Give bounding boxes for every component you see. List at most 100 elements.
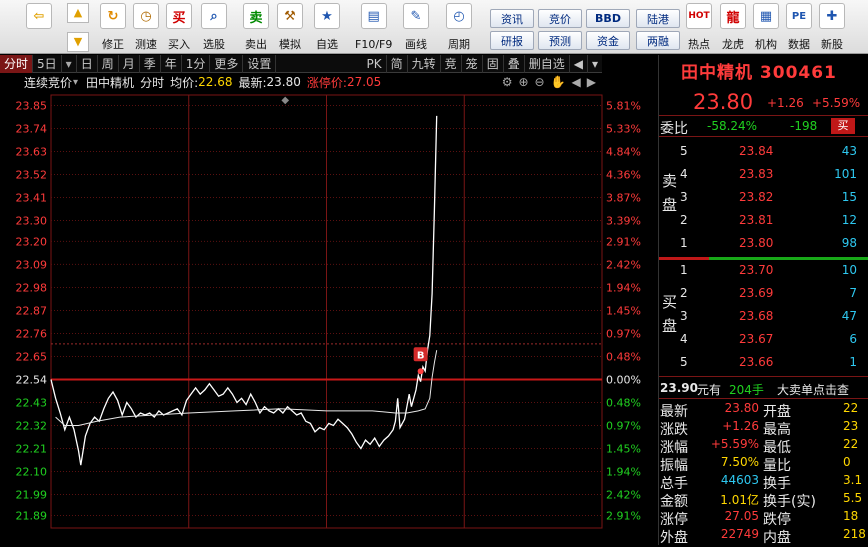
tab-season[interactable]: 季 [140, 54, 161, 73]
bid-row[interactable]: 4 23.67 6 [659, 329, 868, 349]
tab-fixed[interactable]: 固 [483, 54, 504, 73]
ask-row[interactable]: 4 23.83 101 [659, 164, 868, 184]
intraday-chart[interactable]: ◆ 23.85 5.81% 23.74 5.33% 23.63 4.84% 23.52 4.3… [0, 88, 660, 545]
tab-more[interactable]: 更多 [210, 54, 244, 73]
tab-day[interactable]: 日 [77, 54, 98, 73]
back-button[interactable]: ⇦ [26, 3, 52, 52]
tab-5day[interactable]: 5日 [33, 54, 62, 73]
hotspot-icon: HOT [686, 3, 712, 29]
toolbar-btn-11[interactable]: HOT 热点 [686, 3, 712, 52]
bid-row[interactable]: 5 23.66 1 [659, 352, 868, 372]
pct-tick-label: 2.91% [606, 509, 641, 522]
hk-connect-button[interactable]: 陆港 [636, 9, 680, 28]
bidding-button[interactable]: 竞价 [538, 9, 582, 28]
back-arrow-icon: ⇦ [26, 3, 52, 29]
toolbar-btn-9[interactable]: ✎ 画线 [403, 3, 429, 52]
tab-5day-dropdown[interactable]: ▾ [62, 54, 77, 73]
stat-row: 涨幅 +5.59% 最低 22 [659, 436, 868, 456]
bid-level: 4 [680, 332, 688, 346]
zoom-in-icon[interactable]: ⊕ [518, 75, 528, 89]
ask-row[interactable]: 2 23.81 12 [659, 210, 868, 230]
bid-row[interactable]: 1 23.70 10 [659, 260, 868, 280]
toolbar-btn-5[interactable]: 卖卖出 [243, 3, 269, 52]
tab-cage[interactable]: 笼 [462, 54, 483, 73]
tab-week[interactable]: 周 [98, 54, 119, 73]
pct-tick-label: 1.94% [606, 281, 641, 294]
news-button[interactable]: 资讯 [490, 9, 534, 28]
toolbar-btn-3[interactable]: 买买入 [166, 3, 192, 52]
tab-bid[interactable]: 竞 [441, 54, 462, 73]
bid-row[interactable]: 3 23.68 47 [659, 306, 868, 326]
ask-price: 23.80 [739, 236, 774, 250]
bid-row[interactable]: 2 23.69 7 [659, 283, 868, 303]
ask-row[interactable]: 3 23.82 15 [659, 187, 868, 207]
tab-intraday[interactable]: 分时 [0, 54, 34, 73]
toolbar-btn-12[interactable]: 龍龙虎 [720, 3, 746, 52]
period-tab-bar: 分时 5日 ▾ 日 周 月 季 年 1分 更多 设置 PK 简 九转 竞 笼 固… [0, 54, 602, 73]
ask-row[interactable]: 1 23.80 98 [659, 233, 868, 253]
big-order-text[interactable]: 大卖单点击查 [777, 381, 849, 398]
dropdown-arrow-icon[interactable]: ▾ [73, 77, 78, 88]
tab-settings[interactable]: 设置 [243, 54, 277, 73]
toolbar-btn-1[interactable]: ↻ 修正 [100, 3, 126, 52]
hammer-icon: ⚒ [277, 3, 303, 29]
toolbar-btn-10[interactable]: ◴ 周期 [446, 3, 472, 52]
bid-level: 2 [680, 286, 688, 300]
toolbar: ⇦ ▲ ▼ ↻ 修正 ◷ 测速 买买入 ⌕ 选股 卖卖出 ⚒ 模拟 ★ 自选 ▤ F10/F… [0, 0, 868, 54]
ask-level: 4 [680, 167, 688, 181]
bbd-button[interactable]: BBD [586, 9, 630, 28]
toolbar-btn-13[interactable]: ▦ 机构 [753, 3, 779, 52]
stat-value: 44603 [720, 473, 759, 487]
stat-value: +5.59% [710, 437, 759, 451]
zoom-out-icon[interactable]: ⊖ [535, 75, 545, 89]
up-arrow-icon[interactable]: ▲ [67, 3, 89, 23]
toolbar-btn-7[interactable]: ★ 自选 [314, 3, 340, 52]
quote-panel: 田中精机 300461 23.80 +1.26 +5.59% 委比 -58.24… [658, 55, 868, 546]
nav-dropdown-icon[interactable]: ▾ [588, 55, 602, 73]
tab-remove-watchlist[interactable]: 删自选 [525, 54, 570, 73]
pct-tick-label: 4.84% [606, 145, 641, 158]
stat-value: 1.01亿 [720, 493, 759, 507]
toolbar-btn-2[interactable]: ◷ 测速 [133, 3, 159, 52]
next-icon[interactable]: ▶ [587, 75, 596, 89]
hand-drag-icon[interactable]: ✋ [551, 75, 566, 89]
funds-button[interactable]: 资金 [586, 31, 630, 50]
tab-pk[interactable]: PK [363, 54, 387, 73]
down-arrow-icon[interactable]: ▼ [67, 32, 89, 52]
tab-1min[interactable]: 1分 [182, 54, 211, 73]
tab-month[interactable]: 月 [119, 54, 140, 73]
latest-value: 23.80 [266, 75, 301, 89]
settings-gear-icon[interactable]: ⚙ [502, 75, 513, 89]
ask-row[interactable]: 5 23.84 43 [659, 141, 868, 161]
buy-signal-label: B [417, 350, 425, 361]
pct-tick-label: 3.87% [606, 191, 641, 204]
price-line [50, 115, 438, 466]
tab-simple[interactable]: 简 [387, 54, 408, 73]
toolbar-btn-15[interactable]: ✚ 新股 [819, 3, 845, 52]
price-tick-label: 22.65 [16, 350, 48, 363]
bid-price: 23.68 [739, 309, 774, 323]
stat-value: 22749 [720, 527, 759, 541]
tab-nine-turn[interactable]: 九转 [408, 54, 441, 73]
bid-level: 1 [680, 263, 688, 277]
margin-button[interactable]: 两融 [636, 31, 680, 50]
research-button[interactable]: 研报 [490, 31, 534, 50]
bid-volume: 6 [849, 332, 857, 346]
quick-buy-button[interactable]: 买 [831, 118, 855, 134]
toolbar-btn-4[interactable]: ⌕ 选股 [201, 3, 227, 52]
tab-year[interactable]: 年 [161, 54, 182, 73]
price-tick-label: 22.87 [16, 304, 48, 317]
bid-price: 23.66 [739, 355, 774, 369]
big-order-row[interactable]: 23.90 元有 204手 大卖单点击查 [659, 378, 868, 398]
forecast-button[interactable]: 预测 [538, 31, 582, 50]
nav-left-icon[interactable]: ◀ [570, 54, 588, 73]
bid-level: 5 [680, 355, 688, 369]
previous-icon[interactable]: ◀ [572, 75, 581, 89]
stat-value: +1.26 [722, 419, 759, 433]
pct-tick-label: 0.00% [606, 373, 641, 386]
toolbar-btn-8[interactable]: ▤ F10/F9 [355, 3, 392, 52]
tab-overlay[interactable]: 叠 [504, 54, 525, 73]
toolbar-btn-6[interactable]: ⚒ 模拟 [277, 3, 303, 52]
draw-line-icon: ✎ [403, 3, 429, 29]
toolbar-btn-14[interactable]: PE 数据 [786, 3, 812, 52]
